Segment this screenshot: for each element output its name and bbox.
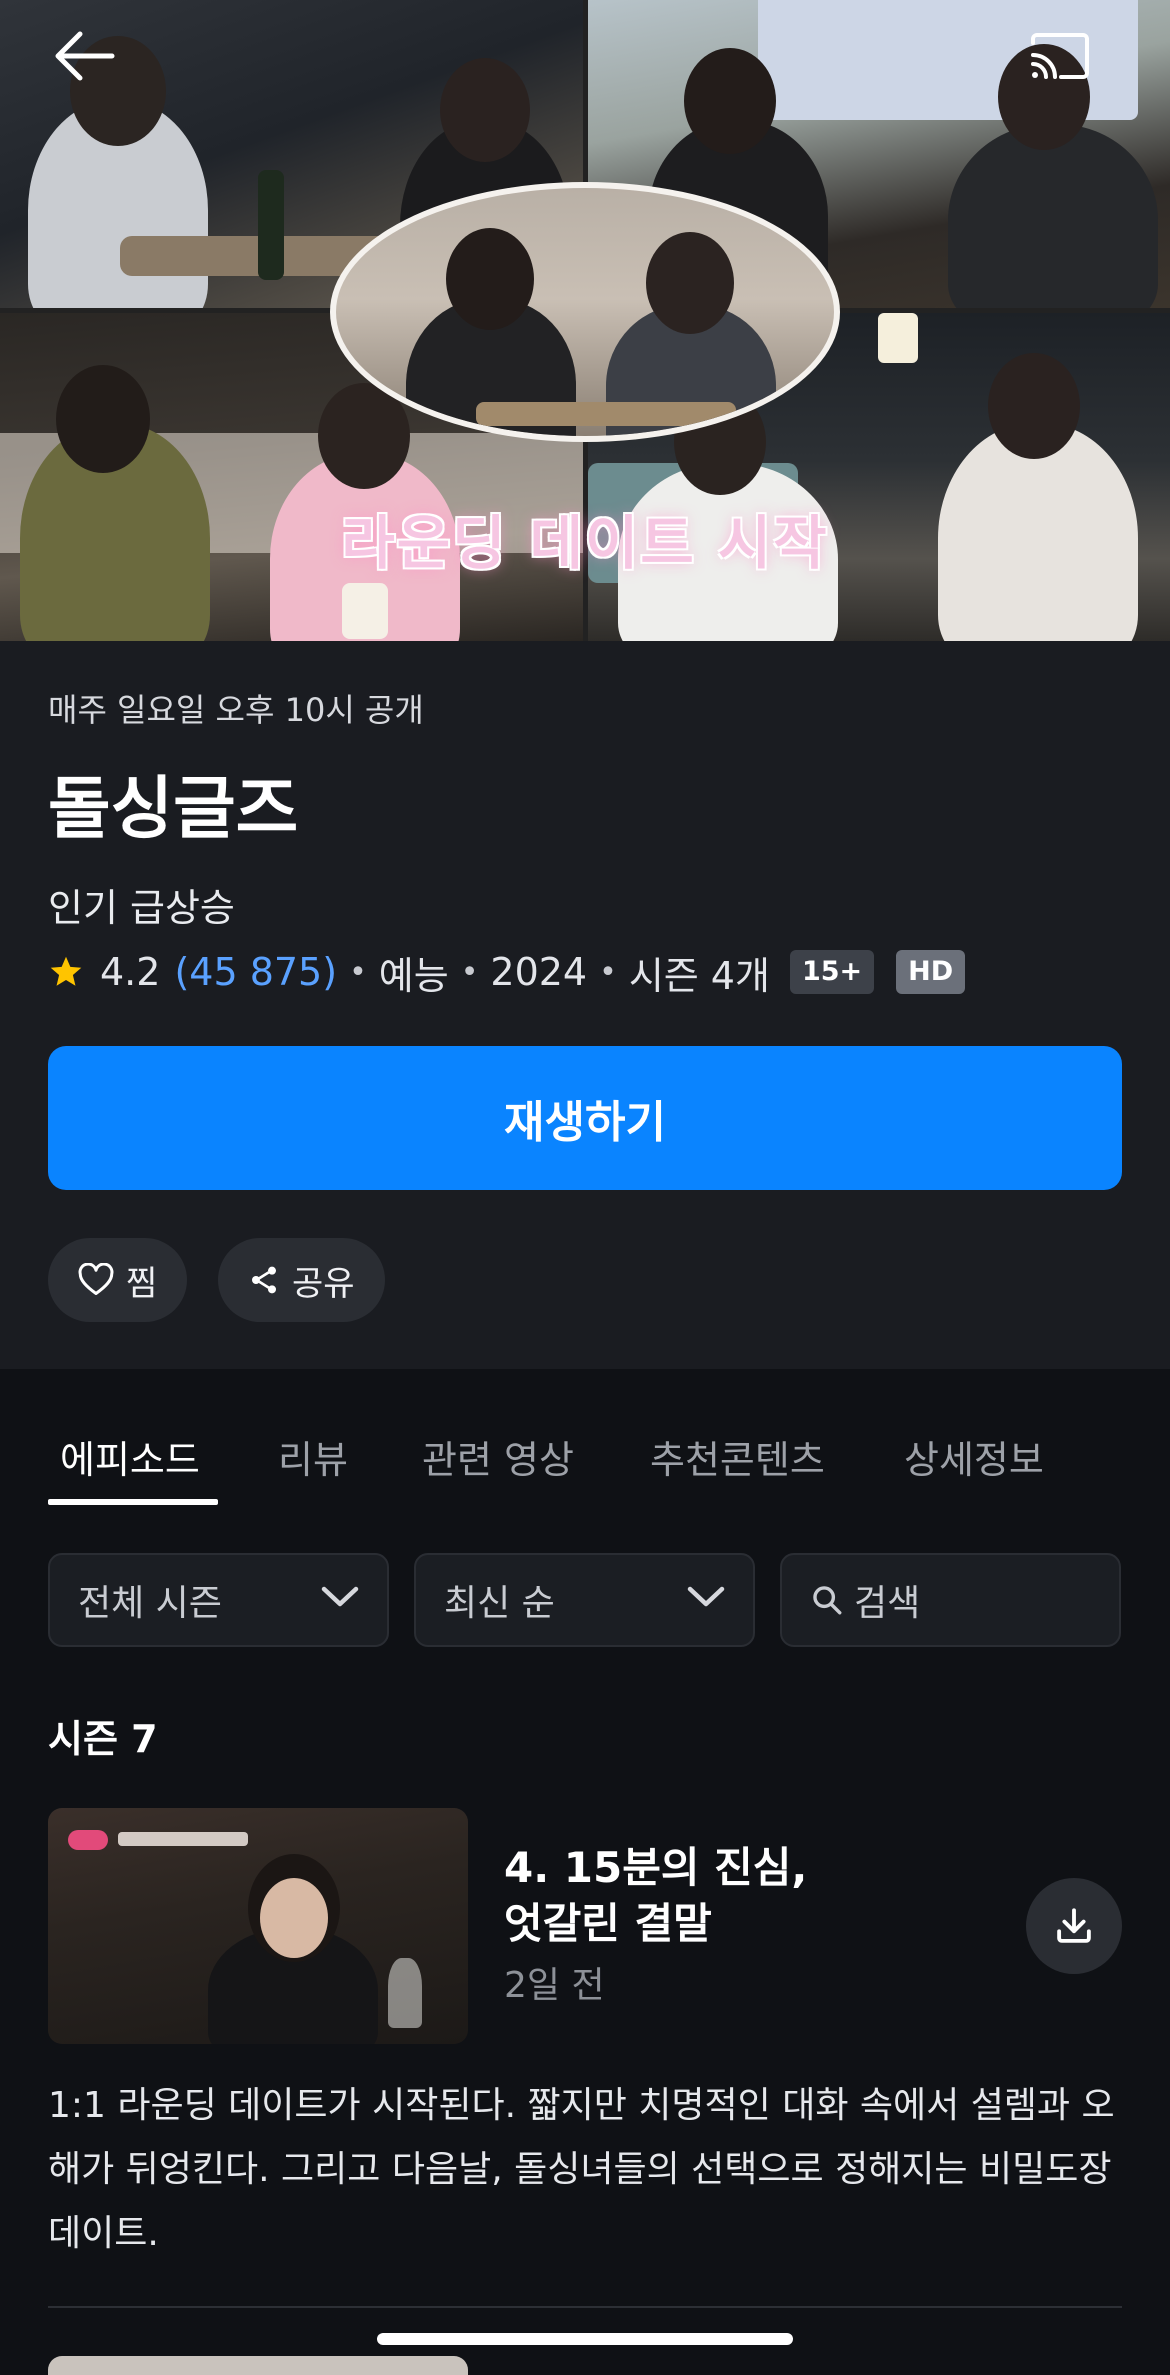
bottle bbox=[258, 170, 284, 280]
star-icon bbox=[50, 956, 82, 986]
like-button[interactable]: 찜 bbox=[48, 1238, 188, 1322]
home-indicator[interactable] bbox=[377, 2333, 793, 2345]
person-face bbox=[260, 1878, 328, 1958]
episode-title-line: 엇갈린 결말 bbox=[504, 1899, 712, 1948]
tab-related-videos[interactable]: 관련 영상 bbox=[422, 1429, 574, 1484]
search-input[interactable]: 검색 bbox=[780, 1553, 1121, 1647]
thumbnail-logo bbox=[68, 1830, 108, 1850]
episode-description: 1:1 라운딩 데이트가 시작된다. 짧지만 치명적인 대화 속에서 설렘과 오… bbox=[48, 2085, 1115, 2254]
year-label: 2024 bbox=[490, 950, 588, 994]
table bbox=[476, 402, 736, 426]
genre-label: 예능 bbox=[378, 953, 449, 998]
play-button[interactable]: 재생하기 bbox=[48, 1046, 1122, 1190]
cast-icon bbox=[1031, 33, 1089, 79]
lamp bbox=[342, 583, 388, 639]
wine-glass bbox=[388, 1958, 422, 2028]
cast-button[interactable] bbox=[1024, 26, 1096, 86]
chevron-down-icon bbox=[687, 1586, 725, 1607]
hero-center-oval bbox=[330, 182, 840, 442]
chevron-down-icon bbox=[321, 1586, 359, 1607]
show-info-section: 매주 일요일 오후 10시 공개 돌싱글즈 인기 급상승 4.2 (45 875… bbox=[0, 641, 1170, 1369]
seasons-label: 시즌 4개 bbox=[628, 953, 770, 998]
age-rating-badge: 15+ bbox=[789, 950, 875, 994]
show-meta: 4.2 (45 875) • 예능 • 2024 • 시즌 4개 15+ HD bbox=[48, 947, 966, 998]
person-head bbox=[56, 365, 150, 473]
download-button[interactable] bbox=[1026, 1878, 1122, 1974]
download-icon bbox=[1057, 1908, 1091, 1943]
tab-episodes[interactable]: 에피소드 bbox=[60, 1429, 200, 1484]
search-icon bbox=[813, 1586, 842, 1615]
hero-caption: 라운딩 데이트 시작 bbox=[341, 509, 829, 577]
share-label: 공유 bbox=[292, 1263, 355, 1304]
heart-icon bbox=[78, 1263, 114, 1297]
person-head bbox=[684, 48, 776, 154]
season-select[interactable]: 전체 시즌 bbox=[48, 1553, 389, 1647]
season-select-value: 전체 시즌 bbox=[78, 1583, 222, 1624]
hero-banner: 라운딩 데이트 시작 bbox=[0, 0, 1170, 641]
arrow-left-icon bbox=[55, 31, 115, 81]
show-title: 돌싱글즈 bbox=[48, 770, 299, 849]
episode-thumbnail[interactable] bbox=[48, 1808, 468, 2044]
rating-value: 4.2 bbox=[100, 950, 161, 994]
release-schedule: 매주 일요일 오후 10시 공개 bbox=[48, 691, 424, 729]
divider bbox=[48, 2306, 1122, 2308]
share-button[interactable]: 공유 bbox=[218, 1238, 385, 1322]
content-tabs: 에피소드 리뷰 관련 영상 추천콘텐츠 상세정보 bbox=[0, 1369, 1170, 1519]
sort-select-value: 최신 순 bbox=[444, 1583, 555, 1624]
separator-dot: • bbox=[349, 954, 367, 990]
season-heading: 시즌 7 bbox=[48, 1717, 158, 1761]
episode-title-line: 4. 15분의 진심, bbox=[504, 1843, 808, 1892]
sort-select[interactable]: 최신 순 bbox=[414, 1553, 755, 1647]
tab-reviews[interactable]: 리뷰 bbox=[278, 1429, 348, 1484]
active-tab-indicator bbox=[48, 1499, 218, 1505]
search-placeholder: 검색 bbox=[854, 1583, 921, 1624]
person-figure bbox=[948, 124, 1158, 308]
thumbnail-caption-strip bbox=[118, 1832, 248, 1846]
share-icon bbox=[248, 1264, 280, 1296]
person-head bbox=[440, 58, 530, 162]
next-episode-thumbnail[interactable] bbox=[48, 2356, 468, 2375]
episode-date: 2일 전 bbox=[504, 1965, 605, 2006]
person-head bbox=[646, 232, 734, 334]
episode-title[interactable]: 4. 15분의 진심, 엇갈린 결말 bbox=[504, 1840, 807, 1952]
quality-badge: HD bbox=[896, 950, 966, 994]
lamp bbox=[878, 313, 918, 363]
tab-recommended[interactable]: 추천콘텐츠 bbox=[650, 1429, 825, 1484]
separator-dot: • bbox=[599, 954, 617, 990]
like-label: 찜 bbox=[126, 1263, 158, 1304]
person-head bbox=[988, 353, 1080, 459]
back-button[interactable] bbox=[46, 24, 122, 88]
trending-label: 인기 급상승 bbox=[48, 886, 235, 930]
tab-details[interactable]: 상세정보 bbox=[904, 1429, 1044, 1484]
rating-count[interactable]: (45 875) bbox=[174, 950, 337, 994]
separator-dot: • bbox=[460, 954, 479, 990]
person-head bbox=[446, 228, 534, 330]
